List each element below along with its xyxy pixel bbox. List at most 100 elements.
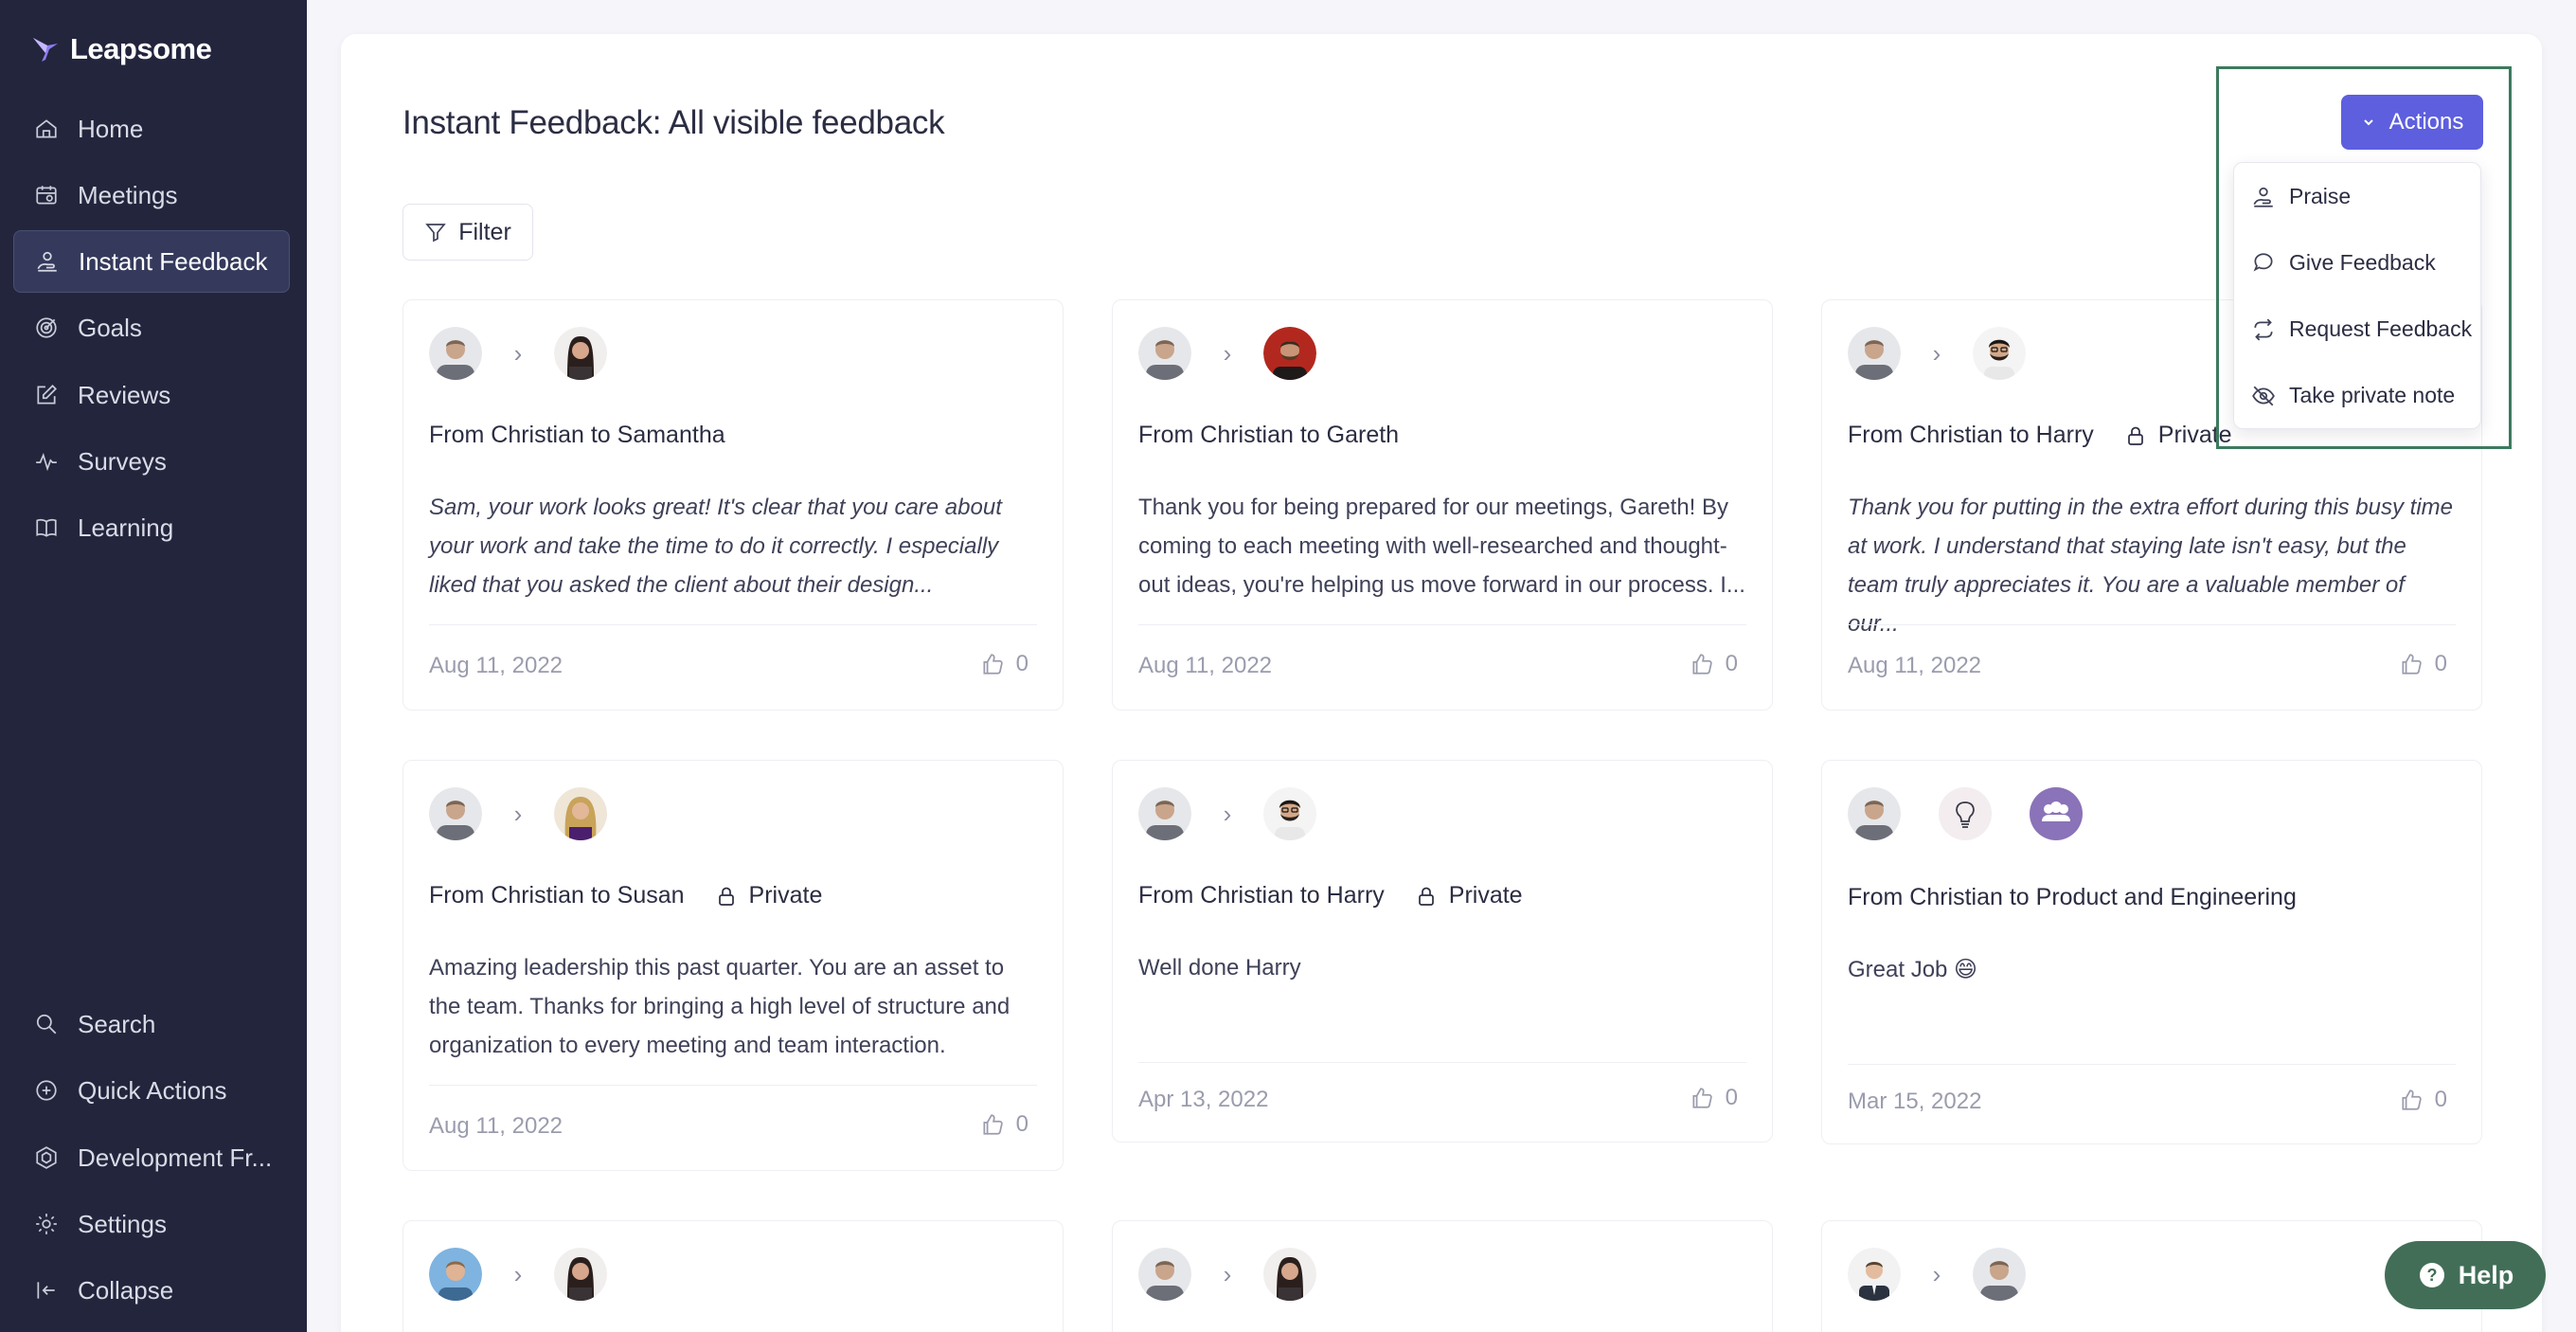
leapsome-logo[interactable]: Leapsome bbox=[30, 32, 212, 66]
sidebar: Leapsome Home Meetings Instant Feedback … bbox=[0, 0, 307, 1332]
like-button[interactable]: 0 bbox=[1690, 1085, 1738, 1111]
private-badge: Private bbox=[1415, 882, 1523, 909]
harry-avatar-image bbox=[1973, 327, 2026, 380]
praise-icon bbox=[2253, 187, 2273, 207]
feedback-card[interactable]: › From Christian to Samantha Sam, your w… bbox=[402, 299, 1064, 711]
sidebar-item-label: Learning bbox=[78, 513, 174, 542]
avatar-christian[interactable] bbox=[1138, 787, 1191, 840]
feedback-card[interactable]: › bbox=[1112, 1220, 1773, 1332]
card-date: Aug 11, 2022 bbox=[429, 1113, 564, 1139]
card-avatars: › bbox=[429, 327, 607, 380]
like-button[interactable]: 0 bbox=[980, 1111, 1029, 1138]
card-date: Mar 15, 2022 bbox=[1848, 1089, 1982, 1114]
sidebar-item-goals[interactable]: Goals bbox=[13, 297, 290, 359]
samantha-avatar-image bbox=[554, 327, 607, 380]
menu-item-give-feedback[interactable]: Give Feedback bbox=[2251, 250, 2436, 276]
feedback-card[interactable]: From Christian to Product and Engineerin… bbox=[1821, 760, 2482, 1144]
avatar-gareth[interactable] bbox=[1263, 327, 1316, 380]
card-avatars: › bbox=[1848, 1248, 2026, 1301]
like-count: 0 bbox=[1015, 651, 1029, 676]
sidebar-item-label: Goals bbox=[78, 313, 142, 342]
sidebar-item-label: Meetings bbox=[78, 180, 178, 209]
thumbs-up-icon bbox=[2402, 654, 2422, 675]
sidebar-item-meetings[interactable]: Meetings bbox=[13, 164, 290, 226]
sidebar-item-quick-actions[interactable]: Quick Actions bbox=[13, 1059, 290, 1122]
avatar-harry[interactable] bbox=[1263, 787, 1316, 840]
avatar-product-team[interactable] bbox=[1939, 787, 1992, 840]
card-title: From Christian to Susan bbox=[429, 882, 685, 909]
sidebar-item-learning[interactable]: Learning bbox=[13, 496, 290, 559]
avatar-sender[interactable] bbox=[1848, 1248, 1901, 1301]
sidebar-item-reviews[interactable]: Reviews bbox=[13, 364, 290, 426]
chevron-down-icon bbox=[2363, 119, 2373, 126]
gareth-avatar-image bbox=[1263, 327, 1316, 380]
avatar-samantha[interactable] bbox=[554, 327, 607, 380]
avatar-engineering-team[interactable] bbox=[2030, 787, 2083, 840]
sidebar-item-collapse[interactable]: Collapse bbox=[13, 1259, 290, 1322]
thumbs-up-icon bbox=[2402, 1089, 2422, 1110]
avatar-christian[interactable] bbox=[429, 327, 482, 380]
feedback-card[interactable]: › bbox=[402, 1220, 1064, 1332]
like-button[interactable]: 0 bbox=[2399, 651, 2447, 677]
avatar-sender[interactable] bbox=[429, 1248, 482, 1301]
filter-button[interactable]: Filter bbox=[402, 204, 533, 261]
avatar-christian[interactable] bbox=[429, 787, 482, 840]
card-body: Great Job 😄 bbox=[1848, 957, 1978, 982]
private-label: Private bbox=[748, 882, 823, 909]
arrow-icon: › bbox=[1223, 338, 1232, 368]
samantha-avatar-image bbox=[1263, 1248, 1316, 1301]
card-date: Aug 11, 2022 bbox=[1138, 653, 1273, 678]
menu-item-praise[interactable]: Praise bbox=[2251, 184, 2351, 209]
avatar-christian[interactable] bbox=[1973, 1248, 2026, 1301]
card-divider bbox=[429, 624, 1037, 625]
avatar-samantha[interactable] bbox=[1263, 1248, 1316, 1301]
feedback-card[interactable]: › bbox=[1821, 1220, 2482, 1332]
goals-icon bbox=[36, 317, 57, 338]
sidebar-item-home[interactable]: Home bbox=[13, 98, 290, 160]
card-divider bbox=[1138, 624, 1746, 625]
app-name: Leapsome bbox=[70, 32, 212, 65]
card-body: Sam, your work looks great! It's clear t… bbox=[429, 495, 1002, 598]
sidebar-item-label: Development Fr... bbox=[78, 1143, 273, 1172]
svg-text:?: ? bbox=[2426, 1266, 2437, 1285]
eye-off-icon bbox=[2252, 386, 2275, 405]
arrow-icon: › bbox=[1223, 1259, 1232, 1288]
meetings-icon bbox=[36, 186, 57, 205]
christian-avatar-image bbox=[1138, 327, 1191, 380]
like-button[interactable]: 0 bbox=[1690, 651, 1738, 677]
christian-avatar-image bbox=[1973, 1248, 2026, 1301]
card-heading: From Christian to Product and Engineerin… bbox=[1848, 884, 2297, 911]
sidebar-item-settings[interactable]: Settings bbox=[13, 1193, 290, 1255]
menu-item-request-feedback[interactable]: Request Feedback bbox=[2251, 316, 2472, 342]
help-button[interactable]: ? Help bbox=[2385, 1241, 2546, 1309]
susan-avatar-image bbox=[554, 787, 607, 840]
team-icon bbox=[2042, 801, 2070, 821]
card-heading: From Christian to Samantha bbox=[429, 422, 725, 449]
card-body: Well done Harry bbox=[1138, 955, 1301, 981]
like-count: 0 bbox=[1725, 1085, 1738, 1110]
menu-item-take-private-note[interactable]: Take private note bbox=[2251, 383, 2455, 408]
feedback-card[interactable]: › From Christian to Gareth Thank you for… bbox=[1112, 299, 1773, 711]
sidebar-item-surveys[interactable]: Surveys bbox=[13, 430, 290, 493]
avatar-christian[interactable] bbox=[1138, 1248, 1191, 1301]
feedback-card[interactable]: › From Christian to Susan Private Amazin… bbox=[402, 760, 1064, 1171]
feedback-card[interactable]: › From Christian to Harry Private Well d… bbox=[1112, 760, 1773, 1143]
avatar-susan[interactable] bbox=[554, 787, 607, 840]
like-button[interactable]: 0 bbox=[980, 651, 1029, 677]
request-icon bbox=[2254, 318, 2273, 340]
like-button[interactable]: 0 bbox=[2399, 1087, 2447, 1113]
avatar-christian[interactable] bbox=[1848, 787, 1901, 840]
christian-avatar-image bbox=[1138, 1248, 1191, 1301]
avatar-christian[interactable] bbox=[1848, 327, 1901, 380]
sidebar-item-development-framework[interactable]: Development Fr... bbox=[13, 1126, 290, 1189]
avatar-harry[interactable] bbox=[1973, 327, 2026, 380]
card-avatars: › bbox=[429, 787, 607, 840]
actions-button[interactable]: Actions bbox=[2341, 95, 2483, 150]
card-avatars: › bbox=[429, 1248, 607, 1301]
avatar-christian[interactable] bbox=[1138, 327, 1191, 380]
avatar-samantha[interactable] bbox=[554, 1248, 607, 1301]
sidebar-item-search[interactable]: Search bbox=[13, 993, 290, 1055]
sidebar-item-instant-feedback[interactable]: Instant Feedback bbox=[13, 230, 290, 293]
lock-icon bbox=[718, 887, 734, 906]
search-icon bbox=[36, 1014, 57, 1035]
